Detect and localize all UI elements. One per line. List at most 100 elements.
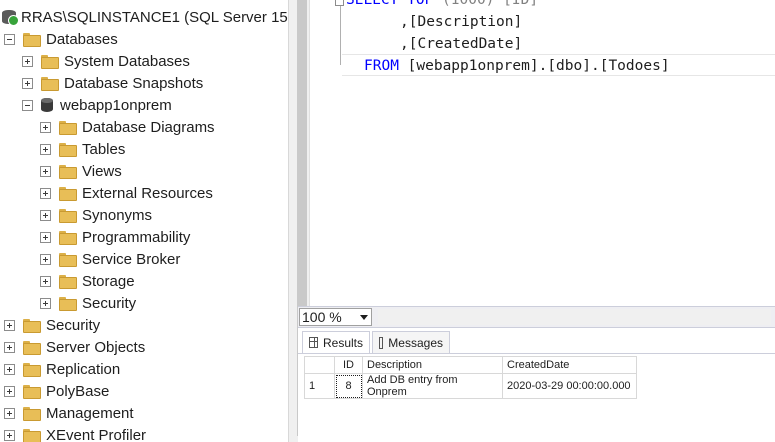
expand-icon[interactable]	[4, 407, 15, 419]
folder-icon	[59, 165, 77, 179]
databases-label: Databases	[46, 30, 118, 48]
management-label: Management	[46, 404, 134, 422]
sql-keyword: FROM	[364, 58, 408, 74]
database-label: webapp1onprem	[60, 96, 172, 114]
editor-horizontal-scrollbar[interactable]	[378, 309, 771, 325]
tree-node-views[interactable]: Views	[40, 160, 122, 182]
expand-icon[interactable]	[4, 341, 15, 353]
tree-node-synonyms[interactable]: Synonyms	[40, 204, 152, 226]
cell-id[interactable]: 8	[334, 373, 363, 399]
expand-icon[interactable]	[40, 165, 51, 177]
row-number[interactable]: 1	[304, 373, 335, 399]
tree-node-db-security[interactable]: Security	[40, 292, 136, 314]
tree-node-database-snapshots[interactable]: Database Snapshots	[22, 72, 203, 94]
tables-label: Tables	[82, 140, 126, 158]
tab-results[interactable]: Results	[302, 331, 370, 353]
xevent-profiler-label: XEvent Profiler	[46, 426, 147, 442]
expand-icon[interactable]	[40, 275, 51, 287]
tree-node-replication[interactable]: Replication	[4, 358, 120, 380]
folder-icon	[23, 429, 41, 442]
code-line-1: SELECT TOP (1000) [ID]	[346, 0, 538, 11]
zoom-dropdown[interactable]: 100 %	[299, 308, 372, 326]
security-label: Security	[46, 316, 101, 334]
tree-node-databases[interactable]: Databases	[4, 28, 118, 50]
expand-icon[interactable]	[40, 297, 51, 309]
server-label: RRAS\SQLINSTANCE1 (SQL Server 15.0.2	[21, 8, 288, 26]
folder-icon	[23, 363, 41, 377]
server-objects-label: Server Objects	[46, 338, 146, 356]
tree-node-external-resources[interactable]: External Resources	[40, 182, 213, 204]
tree-node-database-diagrams[interactable]: Database Diagrams	[40, 116, 215, 138]
cell-description[interactable]: Add DB entry from Onprem	[362, 373, 503, 399]
polybase-label: PolyBase	[46, 382, 110, 400]
messages-icon	[379, 336, 384, 349]
folder-icon	[23, 341, 41, 355]
tree-node-programmability[interactable]: Programmability	[40, 226, 190, 248]
code-line-3: ,[CreatedDate]	[400, 36, 523, 52]
views-label: Views	[82, 162, 122, 180]
folder-icon	[23, 407, 41, 421]
expand-icon[interactable]	[22, 55, 33, 67]
grid-header-row: ID Description CreatedDate	[304, 356, 637, 374]
expand-icon[interactable]	[40, 187, 51, 199]
tree-node-service-broker[interactable]: Service Broker	[40, 248, 180, 270]
tab-divider	[298, 353, 775, 354]
tree-node-xevent-profiler[interactable]: XEvent Profiler	[4, 424, 146, 442]
tree-node-security[interactable]: Security	[4, 314, 100, 336]
expand-icon[interactable]	[40, 231, 51, 243]
results-grid[interactable]: ID Description CreatedDate 1 8 Add DB en…	[304, 356, 637, 399]
system-databases-label: System Databases	[64, 52, 190, 70]
chevron-down-icon[interactable]	[360, 315, 368, 320]
collapse-icon[interactable]	[4, 33, 15, 45]
code-line-4: FROM [webapp1onprem].[dbo].[Todoes]	[364, 55, 670, 77]
expand-icon[interactable]	[4, 363, 15, 375]
database-icon	[41, 98, 53, 112]
tree-node-system-databases[interactable]: System Databases	[22, 50, 190, 72]
sql-text: [webapp1onprem].[dbo].[Todoes]	[407, 58, 670, 74]
column-header-createddate[interactable]: CreatedDate	[502, 356, 637, 374]
storage-label: Storage	[82, 272, 135, 290]
folder-icon	[41, 55, 59, 69]
db-security-label: Security	[82, 294, 137, 312]
tree-node-server[interactable]: RRAS\SQLINSTANCE1 (SQL Server 15.0.2	[2, 6, 288, 28]
column-header-id[interactable]: ID	[334, 356, 363, 374]
folder-icon	[59, 187, 77, 201]
expand-icon[interactable]	[40, 121, 51, 133]
folder-icon	[59, 275, 77, 289]
tab-results-label: Results	[322, 335, 363, 350]
tree-node-server-objects[interactable]: Server Objects	[4, 336, 145, 358]
folder-icon	[23, 33, 41, 47]
column-header-description[interactable]: Description	[362, 356, 503, 374]
tree-node-polybase[interactable]: PolyBase	[4, 380, 109, 402]
folder-icon	[59, 297, 77, 311]
collapse-icon[interactable]	[22, 99, 33, 111]
expand-icon[interactable]	[40, 143, 51, 155]
row-number-header[interactable]	[304, 356, 335, 374]
expand-icon[interactable]	[40, 209, 51, 221]
sql-text: (1000) [ID]	[442, 0, 539, 8]
tab-messages[interactable]: Messages	[372, 331, 450, 353]
folder-icon	[41, 77, 59, 91]
tree-node-management[interactable]: Management	[4, 402, 134, 424]
service-broker-label: Service Broker	[82, 250, 181, 268]
external-resources-label: External Resources	[82, 184, 213, 202]
expand-icon[interactable]	[4, 385, 15, 397]
editor-status-bar: 100 %	[298, 306, 775, 327]
database-diagrams-label: Database Diagrams	[82, 118, 215, 136]
collapse-region-icon[interactable]	[335, 0, 344, 6]
table-row[interactable]: 1 8 Add DB entry from Onprem 2020-03-29 …	[304, 373, 637, 399]
tab-messages-label: Messages	[388, 335, 443, 350]
tree-node-storage[interactable]: Storage	[40, 270, 135, 292]
folder-icon	[23, 385, 41, 399]
zoom-value: 100 %	[302, 309, 342, 325]
expand-icon[interactable]	[22, 77, 33, 89]
expand-icon[interactable]	[4, 429, 15, 441]
tree-node-webapp1onprem[interactable]: webapp1onprem	[22, 94, 172, 116]
cell-createddate[interactable]: 2020-03-29 00:00:00.000	[502, 373, 637, 399]
query-editor[interactable]: SELECT TOP (1000) [ID] ,[Description] ,[…	[310, 0, 775, 306]
expand-icon[interactable]	[4, 319, 15, 331]
folder-icon	[59, 121, 77, 135]
expand-icon[interactable]	[40, 253, 51, 265]
tree-node-tables[interactable]: Tables	[40, 138, 125, 160]
synonyms-label: Synonyms	[82, 206, 153, 224]
